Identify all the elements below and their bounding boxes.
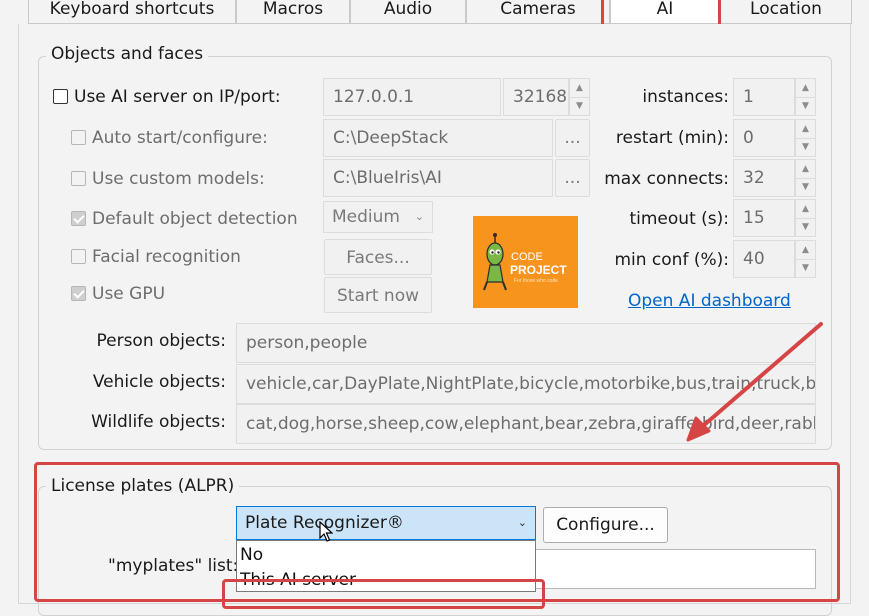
min-conf-label: min conf (%):	[614, 250, 729, 270]
restart-label: restart (min):	[615, 128, 729, 148]
facial-recognition-label: Facial recognition	[92, 247, 241, 267]
timeout-spinner[interactable]: ▲ ▼	[795, 199, 816, 237]
person-objects-label: Person objects:	[96, 331, 226, 351]
port-spinner[interactable]: ▲ ▼	[569, 78, 590, 116]
custom-models-path-field[interactable]: C:\BlueIris\AI	[323, 159, 553, 197]
wildlife-objects-label: Wildlife objects:	[91, 412, 226, 432]
faces-button[interactable]: Faces...	[324, 239, 432, 275]
auto-start-checkbox[interactable]	[71, 130, 86, 145]
objects-group-title: Objects and faces	[46, 44, 209, 64]
tab-location[interactable]: Location	[720, 0, 852, 24]
option-highlight-box	[222, 579, 545, 609]
tab-audio[interactable]: Audio	[350, 0, 466, 24]
max-connects-spinner[interactable]: ▲ ▼	[795, 159, 816, 197]
auto-start-path-field[interactable]: C:\DeepStack	[323, 119, 553, 157]
restart-field[interactable]: 0	[733, 119, 795, 157]
detection-mode-value: Medium	[332, 207, 400, 227]
vehicle-objects-label: Vehicle objects:	[92, 372, 226, 392]
default-detection-label: Default object detection	[92, 209, 298, 229]
instances-spinner[interactable]: ▲ ▼	[795, 78, 816, 116]
chevron-down-icon: ⌄	[414, 210, 424, 223]
annotation-arrow-icon	[686, 322, 823, 442]
use-gpu-checkbox[interactable]	[71, 286, 86, 301]
custom-models-label: Use custom models:	[92, 169, 265, 189]
instances-field[interactable]: 1	[733, 78, 795, 116]
port-field[interactable]: 32168	[503, 78, 569, 116]
facial-recognition-checkbox[interactable]	[71, 249, 86, 264]
logo-line-2: PROJECT	[510, 263, 567, 277]
custom-models-checkbox[interactable]	[71, 171, 86, 186]
max-connects-label: max connects:	[604, 169, 729, 189]
restart-spinner[interactable]: ▲ ▼	[795, 119, 816, 157]
auto-start-label: Auto start/configure:	[92, 128, 268, 148]
tab-cameras[interactable]: Cameras	[466, 0, 610, 24]
tab-bar: Keyboard shortcuts Macros Audio Cameras …	[0, 0, 869, 24]
tab-keyboard-shortcuts[interactable]: Keyboard shortcuts	[28, 0, 236, 24]
min-conf-field[interactable]: 40	[733, 240, 795, 278]
use-ai-server-label: Use AI server on IP/port:	[74, 87, 281, 107]
timeout-label: timeout (s):	[629, 209, 729, 229]
use-ai-server-checkbox[interactable]	[53, 89, 68, 104]
logo-line-1: CODE	[511, 251, 543, 263]
timeout-field[interactable]: 15	[733, 199, 795, 237]
ip-field[interactable]: 127.0.0.1	[323, 78, 501, 116]
open-ai-dashboard-link[interactable]: Open AI dashboard	[628, 291, 791, 311]
start-now-button[interactable]: Start now	[324, 277, 432, 313]
default-detection-checkbox[interactable]	[71, 211, 86, 226]
min-conf-spinner[interactable]: ▲ ▼	[795, 240, 816, 278]
logo-tagline: For those who code	[514, 278, 558, 284]
codeproject-logo: CODE PROJECT For those who code	[473, 216, 578, 308]
tab-macros[interactable]: Macros	[236, 0, 350, 24]
custom-models-browse-button[interactable]: ...	[555, 159, 590, 197]
detection-mode-select[interactable]: Medium ⌄	[323, 201, 433, 233]
use-gpu-label: Use GPU	[92, 284, 166, 304]
instances-label: instances:	[642, 87, 729, 107]
max-connects-field[interactable]: 32	[733, 159, 795, 197]
auto-start-browse-button[interactable]: ...	[555, 119, 590, 157]
